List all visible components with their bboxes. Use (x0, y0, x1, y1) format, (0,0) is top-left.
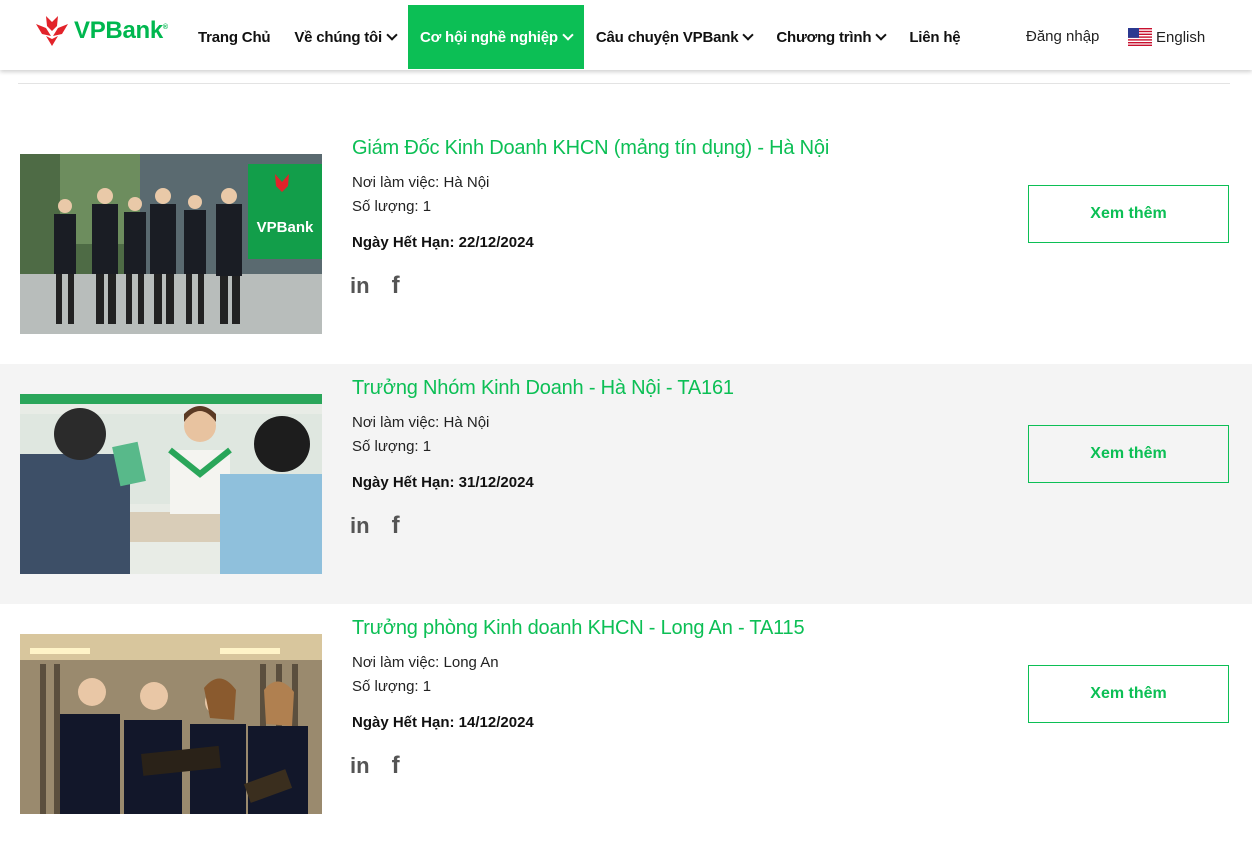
share-links: in f (350, 752, 400, 780)
facebook-icon[interactable]: f (392, 752, 400, 780)
nav-item-contact[interactable]: Liên hệ (897, 5, 972, 69)
nav-item-programs[interactable]: Chương trình (764, 5, 897, 69)
share-links: in f (350, 512, 400, 540)
job-card: Trưởng Nhóm Kinh Doanh - Hà Nội - TA161 … (0, 364, 1252, 604)
chevron-down-icon (742, 28, 755, 41)
language-label: English (1156, 28, 1206, 46)
linkedin-icon[interactable]: in (350, 273, 370, 299)
job-image (20, 394, 322, 574)
nav-item-stories[interactable]: Câu chuyện VPBank (584, 5, 764, 69)
job-title[interactable]: Trưởng phòng Kinh doanh KHCN - Long An -… (352, 617, 805, 640)
job-location: Nơi làm việc: Long An (352, 654, 499, 671)
job-quantity: Số lượng: 1 (352, 198, 432, 215)
share-links: in f (350, 272, 400, 300)
facebook-icon[interactable]: f (392, 512, 400, 540)
view-more-button[interactable]: Xem thêm (1028, 665, 1229, 723)
nav-item-careers[interactable]: Cơ hội nghề nghiệp (407, 5, 584, 69)
job-card: VPBank Giám Đốc Kinh Doanh KHCN (mảng tí… (0, 124, 1252, 364)
login-link[interactable]: Đăng nhập (1026, 28, 1099, 45)
job-quantity: Số lượng: 1 (352, 438, 432, 455)
language-switch[interactable]: English (1128, 28, 1205, 46)
content-divider (18, 83, 1230, 84)
job-location: Nơi làm việc: Hà Nội (352, 174, 490, 191)
linkedin-icon[interactable]: in (350, 513, 370, 539)
svg-text:VPBank: VPBank (257, 219, 314, 236)
job-location: Nơi làm việc: Hà Nội (352, 414, 490, 431)
nav-item-home[interactable]: Trang Chủ (186, 5, 282, 69)
job-title[interactable]: Giám Đốc Kinh Doanh KHCN (mảng tín dụng)… (352, 137, 829, 160)
job-quantity: Số lượng: 1 (352, 678, 432, 695)
job-image: VPBank (20, 154, 322, 334)
job-expiry: Ngày Hết Hạn: 14/12/2024 (352, 714, 534, 731)
job-card: Trưởng phòng Kinh doanh KHCN - Long An -… (0, 604, 1252, 844)
linkedin-icon[interactable]: in (350, 753, 370, 779)
view-more-button[interactable]: Xem thêm (1028, 425, 1229, 483)
chevron-down-icon (562, 28, 574, 41)
main-nav: Trang Chủ Về chúng tôi Cơ hội nghề nghiệ… (186, 5, 972, 69)
vpbank-logo[interactable]: VPBank® (34, 14, 168, 48)
chevron-down-icon (875, 28, 887, 41)
job-expiry: Ngày Hết Hạn: 22/12/2024 (352, 234, 534, 251)
job-title[interactable]: Trưởng Nhóm Kinh Doanh - Hà Nội - TA161 (352, 377, 734, 400)
vpbank-logo-icon (36, 16, 68, 46)
facebook-icon[interactable]: f (392, 272, 400, 300)
us-flag-icon (1128, 28, 1152, 46)
chevron-down-icon (386, 28, 398, 41)
view-more-button[interactable]: Xem thêm (1028, 185, 1229, 243)
job-expiry: Ngày Hết Hạn: 31/12/2024 (352, 474, 534, 491)
site-header: VPBank® Trang Chủ Về chúng tôi Cơ hội ng… (0, 0, 1252, 70)
nav-item-about[interactable]: Về chúng tôi (282, 5, 408, 69)
job-image (20, 634, 322, 814)
logo-wordmark: VPBank® (74, 17, 168, 44)
